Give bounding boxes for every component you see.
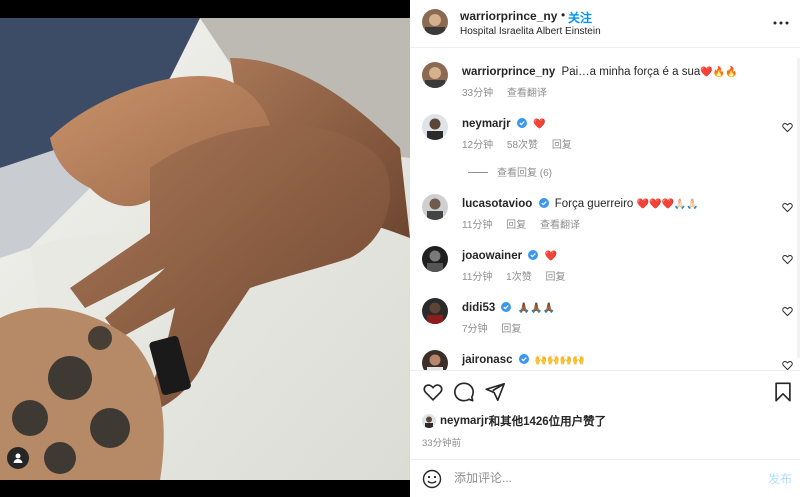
- avatar: [422, 414, 436, 428]
- comment-meta: 11分钟 回复 查看翻译: [462, 216, 591, 231]
- caption-time[interactable]: 33分钟: [462, 88, 493, 99]
- avatar[interactable]: [422, 114, 448, 140]
- post-media[interactable]: [0, 0, 410, 497]
- post-actions: neymarjr和其他1426位用户赞了 33分钟前 发布: [410, 370, 800, 495]
- post-photo: [0, 18, 410, 480]
- verified-icon: [516, 118, 527, 128]
- translate-button[interactable]: 查看翻译: [540, 220, 580, 231]
- verified-icon: [528, 250, 539, 260]
- comment-item: lucasotavioo Força guerreiro ❤️❤️❤️🙏🏻🙏🏻 …: [410, 194, 800, 244]
- comment-item: didi53 🙏🏾🙏🏾🙏🏾 7分钟 回复: [410, 298, 800, 348]
- view-replies-label: 查看回复 (6): [497, 168, 552, 179]
- likes-summary[interactable]: neymarjr 和其他1426位用户赞了: [422, 412, 606, 430]
- comment-username[interactable]: neymarjr: [462, 118, 511, 130]
- comment-line: didi53 🙏🏾🙏🏾🙏🏾: [462, 302, 555, 314]
- likes-rest[interactable]: 和其他1426位用户赞了: [489, 413, 607, 429]
- comment-line: lucasotavioo Força guerreiro ❤️❤️❤️🙏🏻🙏🏻: [462, 198, 699, 210]
- view-replies-button[interactable]: 查看回复 (6): [468, 164, 552, 179]
- heart-icon[interactable]: [782, 360, 793, 370]
- comment-emoji: 🙌🙌🙌🙌: [534, 355, 585, 366]
- comment-meta: 12分钟 58次赞 回复: [462, 136, 583, 151]
- heart-icon[interactable]: [422, 381, 444, 403]
- avatar[interactable]: [422, 350, 448, 370]
- comment-time[interactable]: 12分钟: [462, 140, 493, 151]
- reply-button[interactable]: 回复: [506, 220, 526, 231]
- post-comment-button[interactable]: 发布: [768, 470, 792, 487]
- comments-list[interactable]: warriorprince_ny Pai…a minha força é a s…: [410, 48, 800, 370]
- comment-input[interactable]: [454, 468, 754, 488]
- comment-item: jaironasc 🙌🙌🙌🙌: [410, 350, 800, 370]
- avatar[interactable]: [422, 62, 448, 88]
- bookmark-icon[interactable]: [772, 381, 794, 403]
- heart-icon[interactable]: [782, 254, 793, 265]
- reply-button[interactable]: 回复: [552, 140, 572, 151]
- caption-text: Pai…a minha força é a sua: [561, 66, 701, 78]
- caption-username[interactable]: warriorprince_ny: [462, 66, 555, 78]
- avatar[interactable]: [422, 9, 448, 35]
- verified-icon: [518, 354, 529, 364]
- heart-icon[interactable]: [782, 306, 793, 317]
- comment-emoji: ❤️: [544, 251, 557, 262]
- heart-icon[interactable]: [782, 122, 793, 133]
- avatar[interactable]: [422, 194, 448, 220]
- comment-meta: 11分钟 1次赞 回复: [462, 268, 577, 283]
- comment-username[interactable]: didi53: [462, 302, 495, 314]
- translate-button[interactable]: 查看翻译: [507, 88, 547, 99]
- post-time[interactable]: 33分钟前: [422, 435, 461, 449]
- comment-username[interactable]: lucasotavioo: [462, 198, 532, 210]
- comment-time[interactable]: 7分钟: [462, 324, 488, 335]
- header-username[interactable]: warriorprince_ny: [460, 9, 557, 23]
- comment-username[interactable]: jaironasc: [462, 354, 513, 366]
- comment-emoji: ❤️: [533, 119, 546, 130]
- comment-time[interactable]: 11分钟: [462, 220, 492, 231]
- comment-emoji: 🙏🏾🙏🏾🙏🏾: [517, 303, 555, 314]
- heart-icon[interactable]: [782, 202, 793, 213]
- comment-icon[interactable]: [453, 381, 475, 403]
- share-icon[interactable]: [484, 381, 506, 403]
- reply-button[interactable]: 回复: [546, 272, 566, 283]
- user-tag-button[interactable]: [7, 447, 29, 469]
- comment-line: neymarjr ❤️: [462, 118, 545, 130]
- caption: warriorprince_ny Pai…a minha força é a s…: [410, 62, 800, 112]
- comment-time[interactable]: 11分钟: [462, 272, 492, 283]
- emoji-icon[interactable]: [422, 469, 442, 489]
- avatar[interactable]: [422, 298, 448, 324]
- comment-likes[interactable]: 1次赞: [506, 272, 532, 283]
- divider: [468, 172, 488, 173]
- avatar[interactable]: [422, 246, 448, 272]
- comment-username[interactable]: joaowainer: [462, 250, 522, 262]
- user-tag-icon: [13, 453, 23, 463]
- likes-user[interactable]: neymarjr: [440, 415, 489, 427]
- verified-icon: [501, 302, 512, 312]
- comment-text: Força guerreiro: [554, 198, 634, 210]
- caption-emoji: ❤️🔥🔥: [700, 67, 738, 78]
- comment-line: jaironasc 🙌🙌🙌🙌: [462, 354, 585, 366]
- comment-item: joaowainer ❤️ 11分钟 1次赞 回复: [410, 246, 800, 296]
- header-separator: •: [561, 8, 566, 22]
- verified-icon: [538, 198, 549, 208]
- comment-line: joaowainer ❤️: [462, 250, 557, 262]
- reply-button[interactable]: 回复: [501, 324, 521, 335]
- comment-likes[interactable]: 58次赞: [507, 140, 538, 151]
- post-header: warriorprince_ny • 关注 Hospital Israelita…: [410, 0, 800, 48]
- caption-line: warriorprince_ny Pai…a minha força é a s…: [462, 66, 738, 78]
- comment-emoji: ❤️❤️❤️🙏🏻🙏🏻: [636, 199, 699, 210]
- add-comment-bar: 发布: [410, 459, 800, 496]
- more-icon[interactable]: [772, 14, 790, 32]
- caption-meta: 33分钟 查看翻译: [462, 84, 558, 99]
- comment-meta: 7分钟 回复: [462, 320, 532, 335]
- post-panel: warriorprince_ny • 关注 Hospital Israelita…: [410, 0, 800, 497]
- follow-button[interactable]: 关注: [568, 9, 592, 26]
- location-link[interactable]: Hospital Israelita Albert Einstein: [460, 26, 601, 37]
